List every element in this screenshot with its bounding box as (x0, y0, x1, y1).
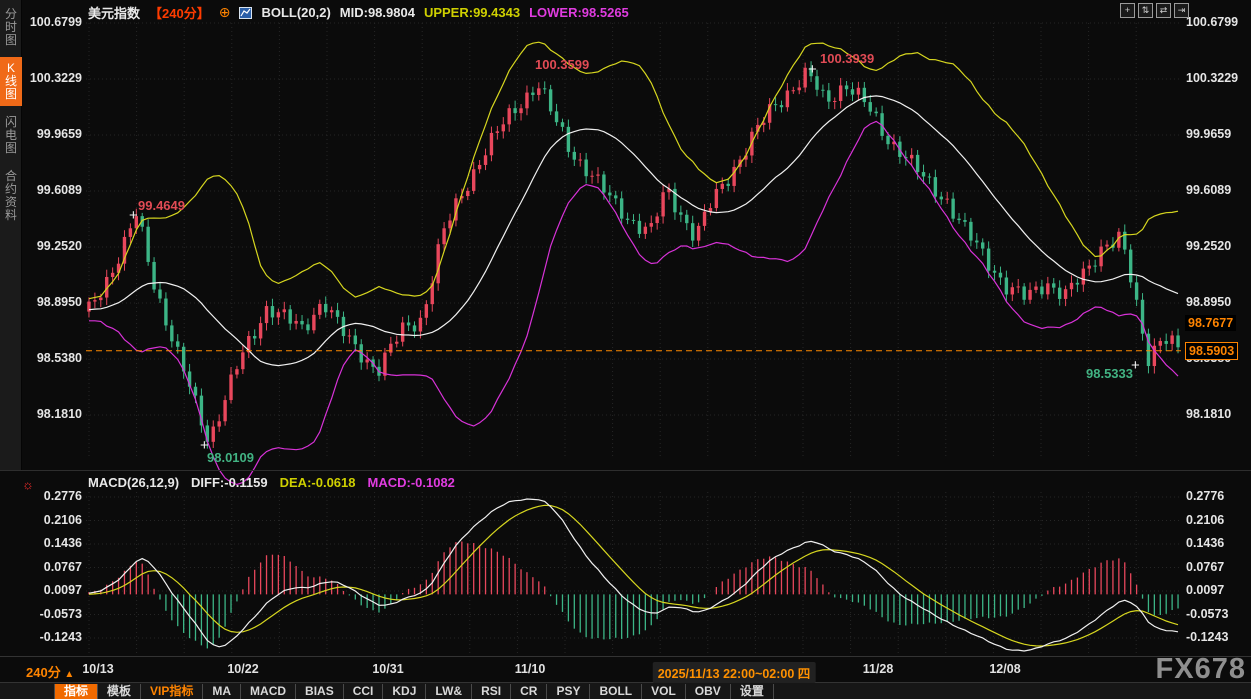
crosshair-marker: + (1131, 360, 1140, 371)
sidebar-item-3[interactable]: 闪电图 (0, 111, 22, 160)
sidebar-item-1[interactable]: 分时图 (0, 3, 22, 52)
charting-app: 分时图 K线图闪电图合约资料 美元指数 【240分】 ⊕ BOLL(20,2) M… (0, 0, 1251, 699)
macd-axis-tick-left: -0.1243 (24, 630, 82, 644)
price-axis-tick-right: 98.8950 (1186, 295, 1231, 309)
crosshair-marker: + (129, 210, 138, 221)
date-label[interactable]: 2025/11/13 22:00~02:00 四 (653, 662, 816, 683)
price-axis-tick-right: 98.1810 (1186, 407, 1231, 421)
macd-header: MACD(26,12,9) DIFF:-0.1159 DEA:-0.0618 M… (88, 475, 455, 490)
price-annotation: 100.3599 (535, 57, 589, 72)
crosshair-marker: + (200, 440, 209, 451)
price-axis-tick-left: 100.3229 (24, 71, 82, 85)
brand-watermark: FX678 (1156, 653, 1246, 686)
sidebar-item-2[interactable]: K线图 (0, 57, 22, 106)
toolbar-item-CR[interactable]: CR (511, 684, 547, 699)
macd-axis-tick-right: 0.0767 (1186, 560, 1224, 574)
macd-axis-tick-right: -0.0573 (1186, 607, 1228, 621)
toolbar-item-VOL[interactable]: VOL (642, 684, 686, 699)
boll-mid-value: MID:98.9804 (340, 5, 415, 20)
add-indicator-icon[interactable]: ⊕ (219, 4, 231, 21)
toolbar-item-VIP指标[interactable]: VIP指标 (141, 684, 203, 699)
last-price-tag: 98.7677 (1185, 315, 1236, 331)
chart-header: 美元指数 【240分】 ⊕ BOLL(20,2) MID:98.9804 UPP… (88, 3, 629, 22)
date-label[interactable]: 10/31 (372, 662, 403, 676)
price-axis-tick-left: 99.2520 (24, 239, 82, 253)
price-axis-tick-right: 100.6799 (1186, 15, 1238, 29)
date-label[interactable]: 11/28 (863, 662, 894, 676)
axis-divider (0, 656, 1251, 657)
macd-axis-tick-left: 0.0767 (24, 560, 82, 574)
toolbar-item-KDJ[interactable]: KDJ (383, 684, 426, 699)
toolbar-item-MA[interactable]: MA (203, 684, 241, 699)
price-axis-tick-left: 99.6089 (24, 183, 82, 197)
pane-divider[interactable] (0, 470, 1251, 471)
timeframe-arrow-icon: ▲ (64, 669, 74, 680)
current-price-tag: 98.5903 (1185, 342, 1238, 360)
boll-indicator-label[interactable]: BOLL(20,2) (261, 5, 330, 20)
price-axis-tick-right: 100.3229 (1186, 71, 1238, 85)
date-label[interactable]: 10/13 (82, 662, 113, 676)
macd-hist-value: MACD:-0.1082 (368, 475, 455, 490)
macd-axis-tick-right: 0.1436 (1186, 536, 1224, 550)
toolbar-item-BOLL[interactable]: BOLL (590, 684, 642, 699)
date-label[interactable]: 12/08 (989, 662, 1020, 676)
toolbar-item-OBV[interactable]: OBV (686, 684, 731, 699)
macd-axis-tick-right: 0.0097 (1186, 583, 1224, 597)
chart-type-sidebar: 分时图 K线图闪电图合约资料 (0, 0, 22, 470)
price-axis-tick-right: 99.2520 (1186, 239, 1231, 253)
macd-axis-tick-right: 0.2776 (1186, 489, 1224, 503)
toolbar-item-设置[interactable]: 设置 (731, 684, 774, 699)
chart-canvas[interactable] (0, 0, 1251, 699)
toolbar-item-指标[interactable]: 指标 (54, 684, 98, 699)
price-axis-tick-right: 99.9659 (1186, 127, 1231, 141)
price-axis-tick-left: 100.6799 (24, 15, 82, 29)
toolbar-item-PSY[interactable]: PSY (547, 684, 590, 699)
price-annotation: 98.5333 (1086, 366, 1133, 381)
sidebar-item-4[interactable]: 合约资料 (0, 165, 22, 227)
toolbar-item-CCI[interactable]: CCI (344, 684, 384, 699)
period-badge: 【240分】 (149, 3, 210, 22)
boll-upper-value: UPPER:99.4343 (424, 5, 520, 20)
chart-tools: +⇅⇄⇥ (1120, 3, 1189, 18)
toolbar-item-BIAS[interactable]: BIAS (296, 684, 344, 699)
macd-axis-tick-left: 0.2106 (24, 513, 82, 527)
macd-axis-tick-right: 0.2106 (1186, 513, 1224, 527)
macd-axis-tick-left: 0.1436 (24, 536, 82, 550)
price-axis-tick-left: 98.1810 (24, 407, 82, 421)
timeframe-label: 240分 (26, 665, 61, 680)
macd-settings-icon[interactable]: ☼ (22, 477, 34, 492)
boll-lower-value: LOWER:98.5265 (529, 5, 629, 20)
pan-right-icon[interactable]: ⇥ (1174, 3, 1189, 18)
price-axis-tick-left: 98.8950 (24, 295, 82, 309)
date-label[interactable]: 11/10 (515, 662, 546, 676)
price-axis-tick-left: 98.5380 (24, 351, 82, 365)
toolbar-item-LW&[interactable]: LW& (426, 684, 472, 699)
macd-axis-tick-right: -0.1243 (1186, 630, 1228, 644)
date-label[interactable]: 10/22 (227, 662, 258, 676)
price-annotation: 98.0109 (207, 450, 254, 465)
timeframe-selector[interactable]: 240分 ▲ (26, 662, 74, 681)
price-axis-tick-right: 99.6089 (1186, 183, 1231, 197)
macd-dea-value: DEA:-0.0618 (280, 475, 356, 490)
zoom-y-axis-icon[interactable]: ⇅ (1138, 3, 1153, 18)
macd-axis-tick-left: 0.0097 (24, 583, 82, 597)
price-annotation: 99.4649 (138, 198, 185, 213)
crosshair-marker: + (808, 64, 817, 75)
price-axis-tick-left: 99.9659 (24, 127, 82, 141)
price-annotation: 100.3939 (820, 51, 874, 66)
macd-diff-value: DIFF:-0.1159 (191, 475, 268, 490)
crosshair-icon[interactable]: + (1120, 3, 1135, 18)
zoom-x-axis-icon[interactable]: ⇄ (1156, 3, 1171, 18)
toolbar-item-RSI[interactable]: RSI (472, 684, 511, 699)
toolbar-item-模板[interactable]: 模板 (98, 684, 141, 699)
symbol-title: 美元指数 (88, 3, 140, 22)
toolbar-item-MACD[interactable]: MACD (241, 684, 296, 699)
macd-indicator-label[interactable]: MACD(26,12,9) (88, 475, 179, 490)
indicator-toolbar: 指标模板VIP指标MAMACDBIASCCIKDJLW&RSICRPSYBOLL… (0, 683, 1251, 699)
macd-axis-tick-left: -0.0573 (24, 607, 82, 621)
chart-style-icon[interactable] (239, 7, 252, 19)
